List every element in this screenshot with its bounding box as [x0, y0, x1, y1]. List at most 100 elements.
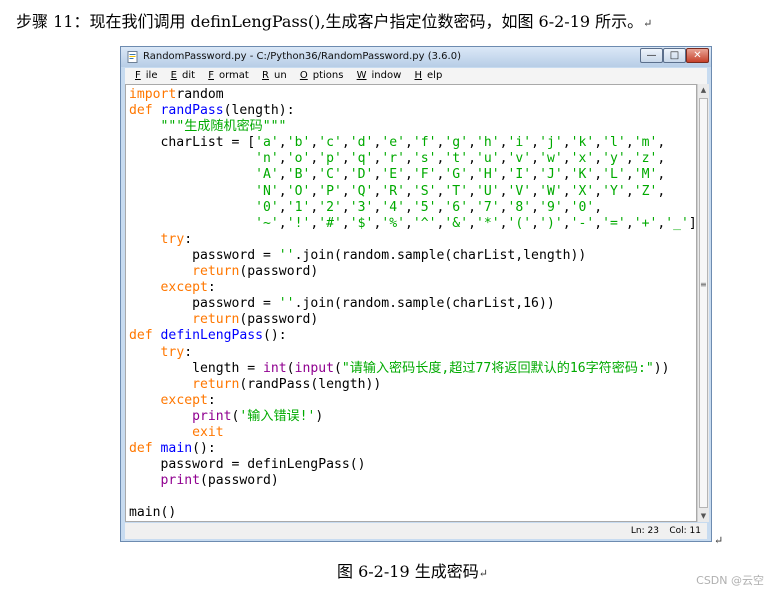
- code-token: ,: [594, 151, 603, 167]
- code-token: def: [129, 328, 161, 344]
- menu-label: ptions: [312, 70, 344, 81]
- code-token: '7': [475, 199, 500, 215]
- code-token: ,: [531, 215, 540, 231]
- menu-edit[interactable]: Edit: [166, 68, 195, 84]
- code-token: ,: [468, 199, 476, 215]
- menu-label: ormat: [219, 70, 249, 81]
- code-token: ,: [278, 151, 287, 167]
- close-button[interactable]: ✕: [686, 48, 709, 63]
- code-token: '+': [633, 215, 658, 231]
- code-token: import: [129, 87, 177, 102]
- maximize-button[interactable]: □: [663, 48, 686, 63]
- code-token: ,: [341, 215, 350, 231]
- heading-text: 步骤 11：现在我们调用 definLengPass(),生成客户指定位数密码，…: [16, 12, 644, 31]
- code-token: main(): [129, 505, 177, 521]
- code-token: 'X': [570, 183, 595, 199]
- code-token: ,: [594, 135, 603, 151]
- code-token: 'e': [381, 135, 405, 151]
- paragraph-mark: ↵: [643, 17, 653, 30]
- code-token: '&': [444, 215, 469, 231]
- code-token: 'y': [602, 151, 626, 167]
- code-token: ,: [278, 183, 287, 199]
- code-token: print: [192, 408, 232, 424]
- code-token: 'S': [412, 183, 437, 199]
- code-token: 'i': [507, 135, 532, 151]
- code-token: definLengPass: [160, 328, 264, 344]
- code-line: importrandom: [129, 87, 696, 103]
- scroll-down-icon[interactable]: ▼: [698, 510, 709, 522]
- code-token: 'p': [318, 151, 342, 167]
- code-token: 't': [444, 151, 469, 167]
- code-token: ,: [657, 151, 666, 167]
- code-token: '4': [381, 199, 405, 215]
- window-title: RandomPassword.py - C:/Python36/RandomPa…: [143, 51, 461, 62]
- menu-key: H: [414, 70, 423, 81]
- menu-label: indow: [371, 70, 402, 81]
- code-line: print('输入错误!'): [129, 409, 696, 425]
- code-token: '1': [286, 199, 311, 215]
- code-token: ,: [404, 215, 413, 231]
- code-token: 'c': [318, 135, 342, 151]
- code-token: ,: [468, 135, 476, 151]
- code-token: return: [192, 312, 240, 328]
- code-token: 'h': [475, 135, 500, 151]
- code-token: "请输入密码长度,超过77将返回默认的16字符密码:": [341, 360, 654, 376]
- code-token: .join(random.sample(charList,length)): [294, 247, 587, 263]
- code-token: '!': [286, 215, 311, 231]
- code-token: 'R': [381, 183, 405, 199]
- menu-key: O: [299, 70, 308, 81]
- code-token: ,: [468, 167, 476, 183]
- code-token: '输入错误!': [239, 408, 316, 424]
- code-token: randPass: [160, 103, 224, 119]
- code-token: (password): [239, 312, 319, 328]
- code-token: 'K': [570, 167, 595, 183]
- code-token: ,: [468, 151, 476, 167]
- menu-format[interactable]: Format: [203, 68, 249, 84]
- code-line: password = definLengPass(): [129, 457, 696, 473]
- code-token: :: [207, 280, 216, 296]
- code-token: )): [653, 360, 670, 376]
- code-token: ,: [468, 215, 476, 231]
- code-token: ,: [594, 183, 603, 199]
- vertical-scrollbar[interactable]: ▲ ≡ ▼: [697, 84, 709, 522]
- code-token: (length):: [223, 103, 295, 119]
- code-token: 'W': [539, 183, 563, 199]
- code-text[interactable]: importrandom def randPass(length): """生成随…: [126, 85, 696, 521]
- code-token: ,: [341, 167, 350, 183]
- code-token: '^': [412, 215, 437, 231]
- code-token: random: [176, 87, 224, 102]
- scroll-thumb[interactable]: [699, 98, 708, 508]
- code-token: (password): [239, 264, 319, 280]
- title-bar[interactable]: RandomPassword.py - C:/Python36/RandomPa…: [121, 47, 711, 67]
- menu-label: ile: [145, 70, 158, 81]
- minimize-button[interactable]: —: [640, 48, 663, 63]
- menu-window[interactable]: Window: [352, 68, 402, 84]
- scroll-up-icon[interactable]: ▲: [698, 84, 709, 96]
- code-token: 'D': [349, 167, 374, 183]
- menu-file[interactable]: File: [130, 68, 157, 84]
- code-token: ,: [531, 135, 540, 151]
- code-token: ,: [625, 167, 634, 183]
- figure-caption: 图 6-2-19 生成密码↵: [337, 558, 488, 582]
- code-token: """生成随机密码""": [160, 119, 287, 135]
- code-token: 'B': [286, 167, 311, 183]
- menu-help[interactable]: Help: [409, 68, 442, 84]
- code-token: '2': [318, 199, 342, 215]
- code-token: '*': [475, 215, 500, 231]
- menu-options[interactable]: Options: [295, 68, 344, 84]
- menu-key: F: [208, 70, 214, 81]
- code-token: 'm': [633, 135, 658, 151]
- code-token: (randPass(length)): [239, 376, 382, 392]
- code-editor[interactable]: importrandom def randPass(length): """生成随…: [125, 84, 697, 522]
- code-line: '0','1','2','3','4','5','6','7','8','9',…: [129, 200, 696, 216]
- menu-run[interactable]: Run: [257, 68, 287, 84]
- code-line: length = int(input("请输入密码长度,超过77将返回默认的16…: [129, 361, 696, 377]
